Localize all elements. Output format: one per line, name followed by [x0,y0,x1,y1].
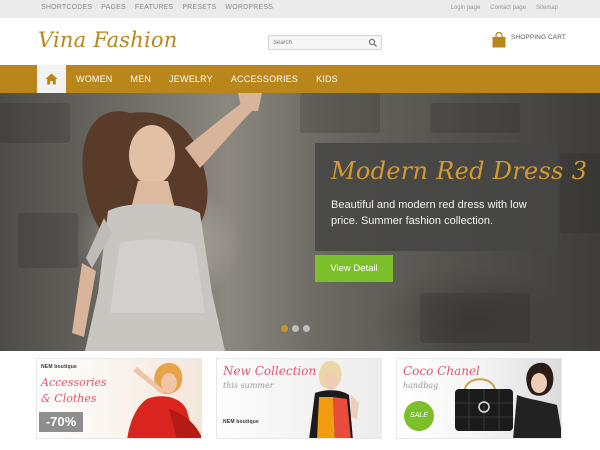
top-links: SHORTCODES PAGES FEATURES PRESETS WORDPR… [41,4,273,11]
top-link-wordpress[interactable]: WORDPRESS [225,4,273,11]
top-utility-bar: SHORTCODES PAGES FEATURES PRESETS WORDPR… [0,0,600,18]
banner-coco-chanel[interactable]: Coco Chanel handbag SALE [396,358,562,439]
slide-caption: Modern Red Dress 3 Beautiful and modern … [315,143,587,251]
top-link-features[interactable]: FEATURES [135,4,173,11]
banner-model-image [309,360,359,438]
banner-model-image [127,362,201,438]
search-box [268,35,382,50]
cart-label: SHOPPING CART [511,34,566,41]
nav-item-women[interactable]: WOMEN [76,65,113,93]
sale-badge: SALE [404,401,434,431]
view-detail-button[interactable]: View Detail [315,255,393,282]
home-icon [45,73,58,85]
banner-subtitle: this summer [223,381,274,390]
contact-link[interactable]: Contact page [490,5,526,11]
account-links: Login page Contact page Sitemap [451,5,558,11]
nav-items: WOMEN MEN JEWELRY ACCESSORIES KIDS [76,65,338,93]
slider-dot[interactable] [292,325,299,332]
main-nav: WOMEN MEN JEWELRY ACCESSORIES KIDS [0,65,600,93]
hero-slider[interactable]: Modern Red Dress 3 Beautiful and modern … [0,93,600,351]
top-link-presets[interactable]: PRESETS [182,4,216,11]
slider-dot[interactable] [281,325,288,332]
banner-brand: NEM boutique [41,364,78,370]
banner-accessories[interactable]: NEM boutique Accessories & Clothes -70% [36,358,202,439]
nav-item-men[interactable]: MEN [131,65,152,93]
nav-home[interactable] [37,65,66,93]
banner-subtitle: handbag [403,381,439,390]
site-header: Vina Fashion SHOPPING CART [0,18,600,65]
nav-item-kids[interactable]: KIDS [316,65,338,93]
banner-title-line1: Accessories [41,376,107,389]
login-link[interactable]: Login page [451,5,481,11]
nav-item-jewelry[interactable]: JEWELRY [169,65,213,93]
banner-handbag-image [455,362,561,438]
shopping-bag-icon [492,32,506,48]
search-input[interactable] [269,36,365,49]
slider-dot[interactable] [303,325,310,332]
top-link-pages[interactable]: PAGES [101,4,126,11]
banner-new-collection[interactable]: New Collection this summer NEM boutique [216,358,382,439]
sitemap-link[interactable]: Sitemap [536,5,558,11]
slide-description: Beautiful and modern red dress with low … [331,199,527,227]
slide-title: Modern Red Dress 3 [331,157,588,185]
banner-title-line2: & Clothes [41,392,97,405]
search-icon[interactable] [368,38,378,48]
nav-item-accessories[interactable]: ACCESSORIES [231,65,298,93]
site-logo[interactable]: Vina Fashion [38,28,178,52]
banner-brand: NEM boutique [223,419,260,425]
discount-badge: -70% [39,412,83,432]
slider-pagination [281,325,310,332]
top-link-shortcodes[interactable]: SHORTCODES [41,4,92,11]
